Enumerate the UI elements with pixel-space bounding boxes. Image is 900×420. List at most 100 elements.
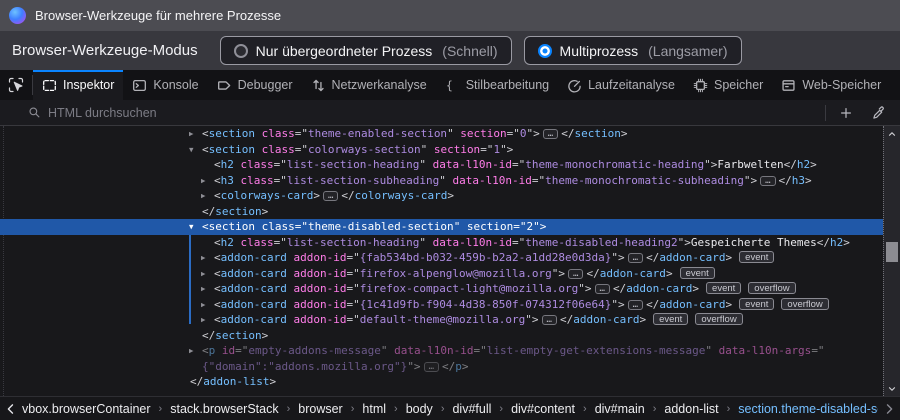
expand-arrow-icon[interactable]: ▶	[201, 312, 206, 328]
collapsed-content-badge[interactable]: …	[568, 269, 583, 279]
collapsed-content-badge[interactable]: …	[542, 315, 557, 325]
markup-line[interactable]: ▶<addon-card addon-id="{fab534bd-b032-45…	[0, 250, 883, 266]
markup-line[interactable]: ▶<h3 class="list-section-subheading" dat…	[0, 173, 883, 189]
markup-line[interactable]: ▶<section class="theme-enabled-section" …	[0, 126, 883, 142]
add-node-button[interactable]	[833, 101, 859, 125]
scrollbar-up-arrow[interactable]	[884, 126, 900, 141]
event-badge[interactable]: event	[680, 267, 715, 279]
mode-option[interactable]: Multiprozess(Langsamer)	[524, 36, 742, 65]
expand-arrow-icon[interactable]: ▶	[189, 343, 194, 359]
tab-barrierefreiheit[interactable]: Barrierefreiheit	[890, 70, 900, 100]
collapsed-content-badge[interactable]: …	[628, 300, 643, 310]
markup-punct: ="	[346, 298, 359, 311]
scrollbar-thumb[interactable]	[886, 242, 898, 262]
markup-tag: addon-card	[221, 298, 287, 311]
markup-punct: ">	[527, 127, 540, 140]
markup-tag: addon-card	[221, 282, 287, 295]
markup-line[interactable]: </section>	[0, 328, 883, 344]
event-badge[interactable]: event	[653, 313, 688, 325]
overflow-badge[interactable]: overflow	[781, 298, 828, 310]
breadcrumb-item[interactable]: body	[406, 402, 433, 416]
event-badge[interactable]: event	[706, 282, 741, 294]
expand-arrow-icon[interactable]: ▶	[201, 297, 206, 313]
tab-stilbearbeitung[interactable]: { }Stilbearbeitung	[436, 70, 558, 100]
collapse-arrow-icon[interactable]: ▼	[189, 219, 194, 235]
radio-icon[interactable]	[234, 44, 248, 58]
breadcrumbs-bar: vbox.browserContainer›stack.browserStack…	[0, 396, 900, 420]
tab-konsole[interactable]: Konsole	[123, 70, 207, 100]
markup-view[interactable]: ▶<section class="theme-enabled-section" …	[0, 126, 883, 396]
event-badge[interactable]: event	[739, 298, 774, 310]
expand-arrow-icon[interactable]: ▶	[201, 173, 206, 189]
markup-line[interactable]: ▶<addon-card addon-id="{1c41d9fb-f904-4d…	[0, 297, 883, 313]
tab-netzwerkanalyse[interactable]: Netzwerkanalyse	[302, 70, 436, 100]
markup-line[interactable]	[0, 394, 883, 397]
mode-option[interactable]: Nur übergeordneter Prozess(Schnell)	[220, 36, 512, 65]
markup-punct: ="	[274, 158, 287, 171]
breadcrumb-item[interactable]: addon-list	[664, 402, 718, 416]
collapsed-content-badge[interactable]: …	[424, 362, 439, 372]
tab-inspektor[interactable]: Inspektor	[33, 70, 123, 100]
markup-attribute: addon-id	[287, 251, 347, 264]
markup-line[interactable]: ▼<section class="colorways-section" sect…	[0, 142, 883, 158]
node-picker-button[interactable]	[0, 70, 32, 100]
markup-punct: <	[214, 282, 221, 295]
radio-icon[interactable]	[538, 44, 552, 58]
markup-line[interactable]: ▶<addon-card addon-id="firefox-compact-l…	[0, 281, 883, 297]
breadcrumb-item[interactable]: browser	[298, 402, 342, 416]
breadcrumbs-scroll-left-button[interactable]	[0, 397, 22, 420]
expand-arrow-icon[interactable]: ▶	[201, 281, 206, 297]
markup-line[interactable]: <h2 class="list-section-heading" data-l1…	[0, 235, 883, 251]
breadcrumb-item[interactable]: stack.browserStack	[170, 402, 278, 416]
expand-arrow-icon[interactable]: ▶	[201, 250, 206, 266]
overflow-badge[interactable]: overflow	[695, 313, 742, 325]
collapsed-content-badge[interactable]: …	[760, 176, 775, 186]
markup-attribute: addon-id	[287, 298, 347, 311]
expand-arrow-icon[interactable]: ▶	[201, 188, 206, 204]
breadcrumb-item[interactable]: div#content	[511, 402, 575, 416]
scrollbar-down-arrow[interactable]	[884, 381, 900, 396]
breadcrumb-item[interactable]: div#main	[595, 402, 645, 416]
tab-debugger[interactable]: Debugger	[208, 70, 302, 100]
tab-web-speicher[interactable]: Web-Speicher	[772, 70, 890, 100]
markup-line[interactable]: </addon-list>	[0, 374, 883, 390]
collapsed-content-badge[interactable]: …	[628, 253, 643, 263]
markup-punct: ">	[500, 143, 513, 156]
markup-value: 0	[520, 127, 527, 140]
markup-value: list-section-heading	[287, 158, 419, 171]
markup-line[interactable]: ▶<addon-card addon-id="default-theme@moz…	[0, 312, 883, 328]
breadcrumb-item[interactable]: div#full	[452, 402, 491, 416]
markup-line[interactable]: ▼<section class="theme-disabled-section"…	[0, 219, 883, 235]
markup-punct: ="	[532, 174, 545, 187]
markup-line[interactable]: </section>	[0, 204, 883, 220]
event-badge[interactable]: event	[739, 251, 774, 263]
collapsed-content-badge[interactable]: …	[323, 191, 338, 201]
tab-speicher[interactable]: Speicher	[684, 70, 772, 100]
expand-arrow-icon[interactable]: ▶	[201, 266, 206, 282]
markup-line[interactable]: <h2 class="list-section-heading" data-l1…	[0, 157, 883, 173]
search-input[interactable]	[48, 106, 818, 120]
breadcrumb-item[interactable]: section.theme-disabled-section	[738, 402, 878, 416]
breadcrumbs-scroll-right-button[interactable]	[878, 397, 900, 420]
vertical-scrollbar[interactable]	[883, 126, 900, 396]
markup-line[interactable]: ▶<p id="empty-addons-message" data-l10n-…	[0, 343, 883, 359]
expand-arrow-icon[interactable]: ▶	[189, 126, 194, 142]
scrollbar-track[interactable]	[884, 141, 900, 381]
breadcrumb-item[interactable]: html	[362, 402, 386, 416]
breadcrumb-item[interactable]: vbox.browserContainer	[22, 402, 151, 416]
overflow-badge[interactable]: overflow	[748, 282, 795, 294]
markup-line[interactable]: ▶<colorways-card>…</colorways-card>	[0, 188, 883, 204]
collapsed-content-badge[interactable]: …	[543, 129, 558, 139]
tab-label: Stilbearbeitung	[466, 78, 549, 92]
markup-tag: p	[455, 360, 462, 373]
markup-tag: addon-card	[221, 313, 287, 326]
markup-line[interactable]: ▶<addon-card addon-id="firefox-alpenglow…	[0, 266, 883, 282]
markup-tag: h2	[221, 158, 234, 171]
markup-attribute: id	[215, 344, 235, 357]
tab-laufzeitanalyse[interactable]: Laufzeitanalyse	[558, 70, 684, 100]
collapse-arrow-icon[interactable]: ▼	[189, 142, 194, 158]
eyedropper-button[interactable]	[866, 101, 892, 125]
markup-punct: ="	[274, 236, 287, 249]
collapsed-content-badge[interactable]: …	[595, 284, 610, 294]
markup-line[interactable]: {"domain":"addons.mozilla.org"}">…</p>	[0, 359, 883, 375]
